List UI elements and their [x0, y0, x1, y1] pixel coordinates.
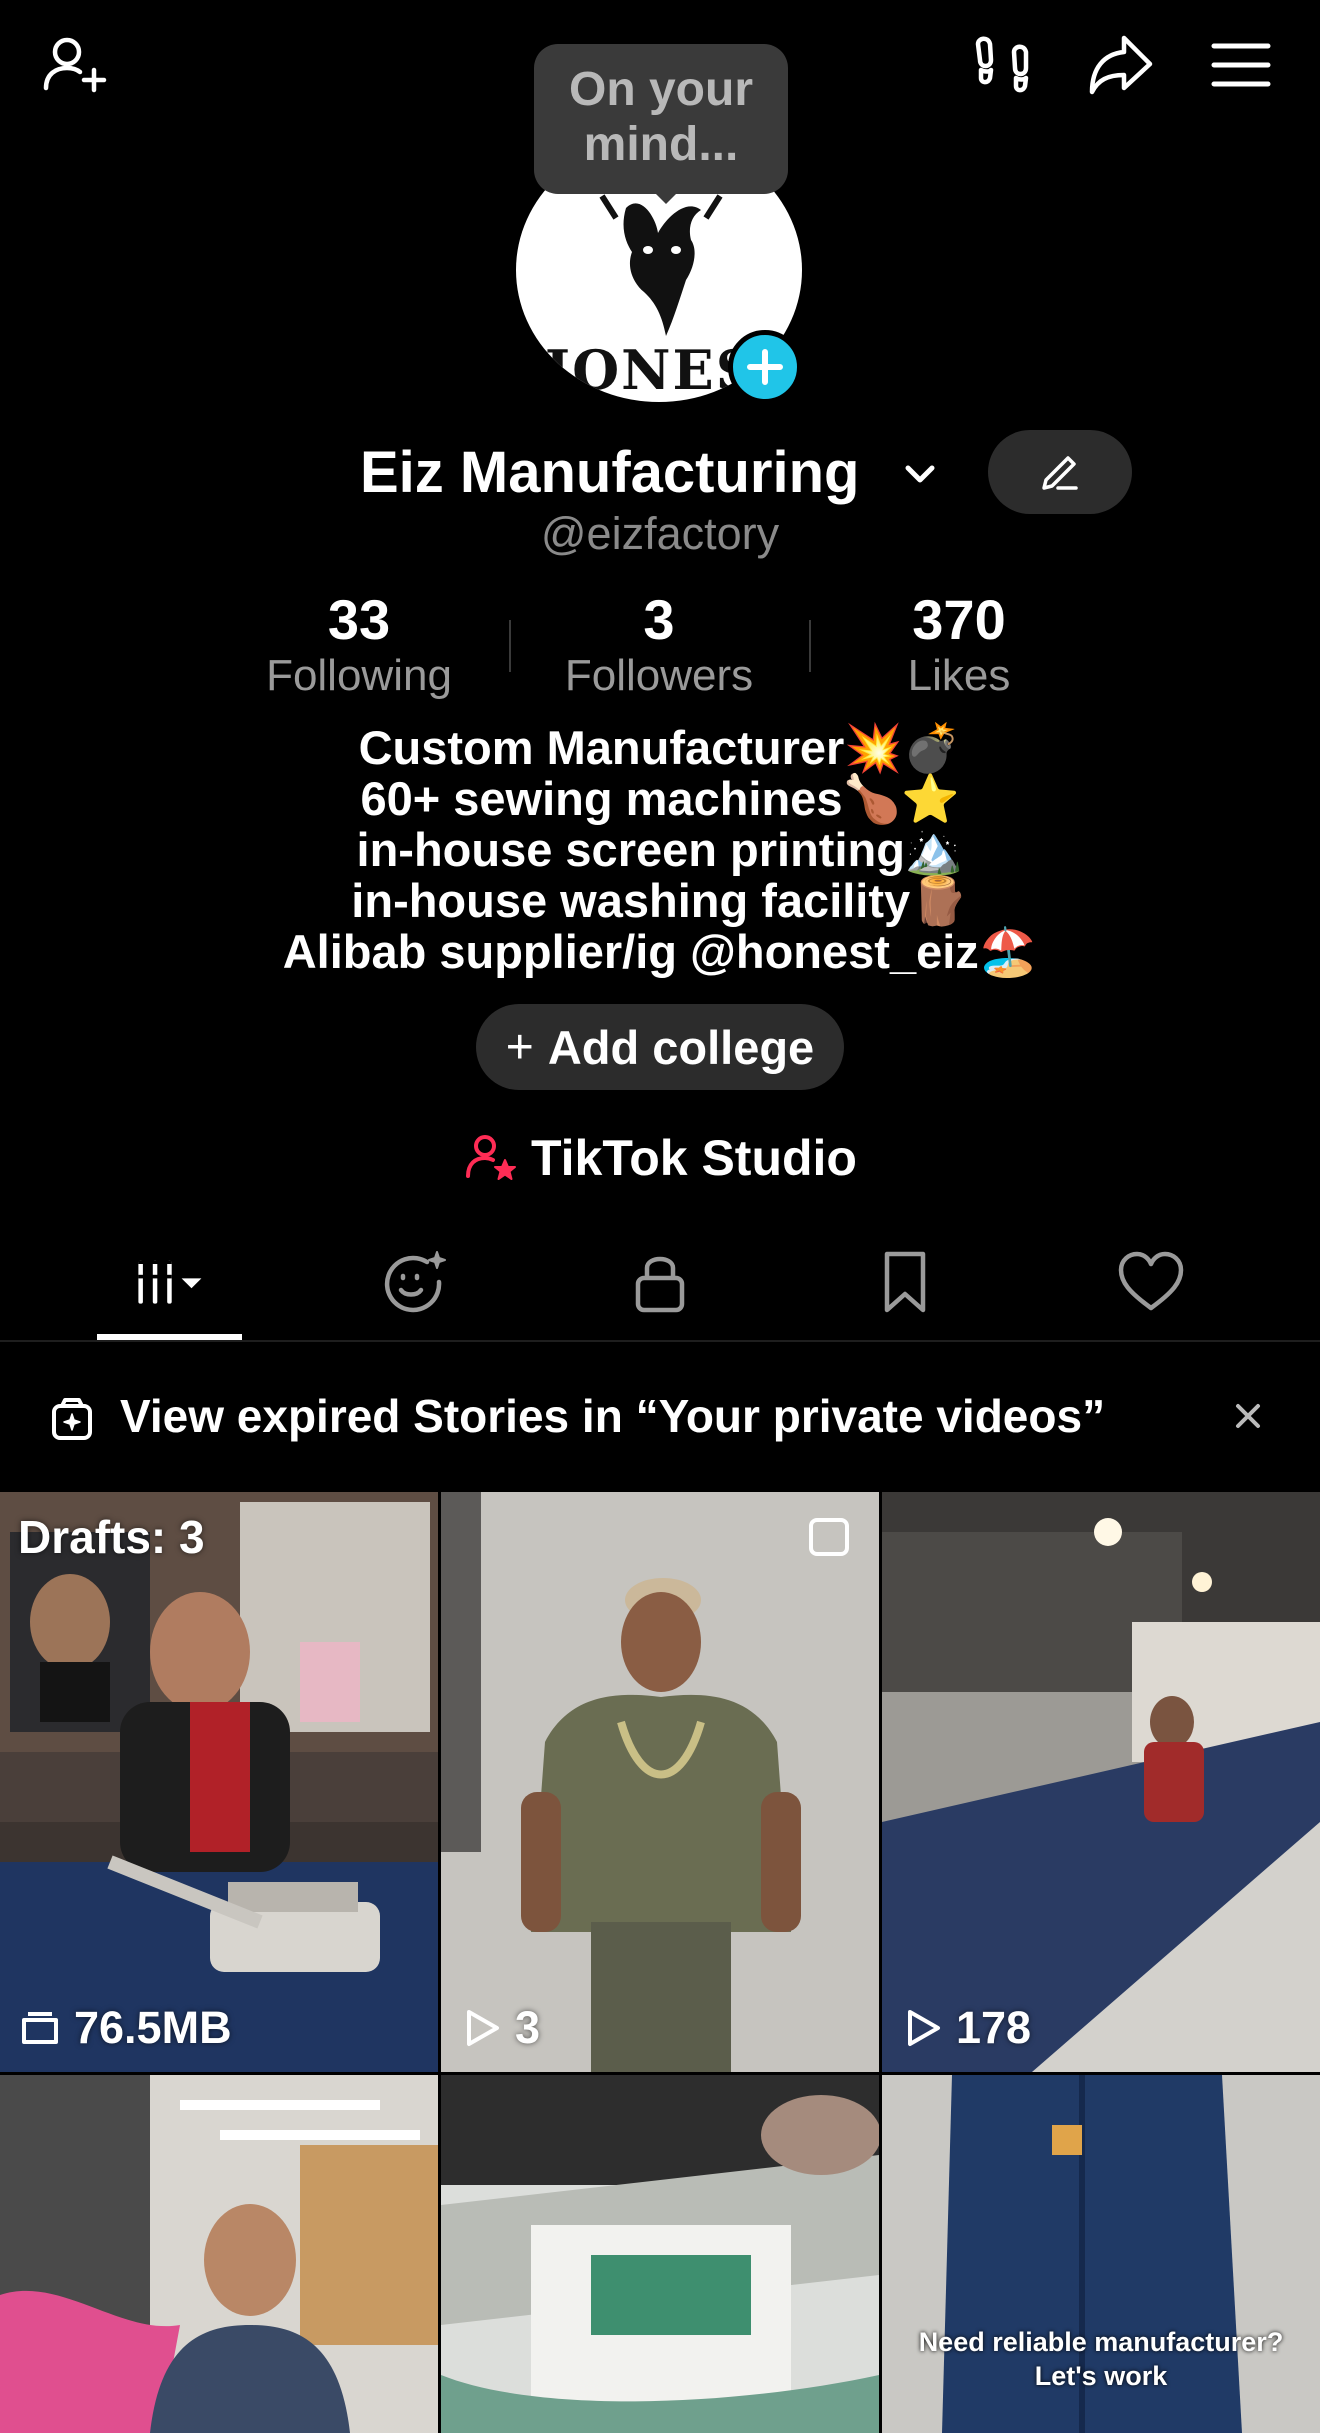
tiktok-studio-link[interactable]: TikTok Studio [0, 1126, 1320, 1190]
bubble-tail [652, 190, 680, 204]
add-college-button[interactable]: + Add college [476, 1004, 844, 1090]
pencil-icon [1042, 456, 1078, 490]
drafts-folder-icon [22, 2012, 58, 2044]
drafts-image [0, 1492, 438, 2072]
sparkle-face-icon [384, 1251, 446, 1313]
expired-stories-banner[interactable]: View expired Stories in “Your private vi… [0, 1342, 1320, 1490]
video-caption: Need reliable manufacturer? Let's work [882, 2325, 1320, 2393]
caption-line: Need reliable manufacturer? [918, 2327, 1284, 2357]
stat-likes[interactable]: 370 Likes [829, 590, 1089, 702]
video-thumbnail[interactable]: 3 [441, 1492, 879, 2072]
video-thumbnail[interactable]: 178 [882, 1492, 1320, 2072]
heart-icon [1118, 1251, 1184, 1311]
add-avatar-plus-icon[interactable] [728, 330, 802, 404]
bio-line: in-house washing facility🪵 [351, 874, 969, 927]
video-thumbnail[interactable]: Need reliable manufacturer? Let's work [882, 2075, 1320, 2433]
plus-icon: + [505, 1020, 534, 1074]
logo-goat-icon [599, 194, 723, 336]
close-icon[interactable] [1226, 1394, 1270, 1438]
footprints-icon[interactable] [966, 30, 1036, 100]
view-count-value: 178 [956, 2002, 1032, 2053]
bubble-line-2: mind... [583, 118, 739, 171]
drafts-size: 76.5MB [18, 2002, 232, 2054]
drafts-size-value: 76.5MB [74, 2002, 232, 2053]
profile-handle: @eizfactory [540, 508, 780, 559]
banner-text: View expired Stories in “Your private vi… [120, 1390, 1106, 1442]
stat-followers[interactable]: 3 Followers [529, 590, 789, 702]
add-college-label: Add college [547, 1020, 815, 1074]
bookmark-icon [884, 1251, 926, 1313]
edit-profile-button[interactable] [988, 430, 1132, 514]
menu-icon[interactable] [1206, 30, 1276, 100]
stat-label: Following [266, 651, 452, 700]
bubble-line-1: On your [568, 63, 753, 116]
caption-line: Let's work [1034, 2361, 1168, 2391]
private-tab[interactable] [585, 1242, 735, 1322]
video-image [0, 2075, 438, 2433]
video-thumbnail[interactable] [0, 2075, 438, 2433]
profile-name[interactable]: Eiz Manufacturing [360, 438, 859, 508]
stat-value: 33 [327, 588, 391, 651]
share-icon[interactable] [1086, 30, 1156, 100]
stat-following[interactable]: 33 Following [229, 590, 489, 702]
video-image [441, 1492, 879, 2072]
drafts-thumbnail[interactable]: Drafts: 3 76.5MB [0, 1492, 438, 2072]
videos-tab[interactable] [94, 1242, 244, 1322]
video-thumbnail[interactable] [441, 2075, 879, 2433]
grid-filter-icon [138, 1260, 202, 1304]
view-count-value: 3 [515, 2002, 541, 2053]
stat-divider [809, 620, 811, 672]
stat-value: 3 [643, 588, 675, 651]
stat-divider [509, 620, 511, 672]
tiktok-studio-label: TikTok Studio [531, 1130, 857, 1186]
saved-tab[interactable] [830, 1242, 980, 1322]
bio-line: 60+ sewing machines🍗⭐ [360, 772, 960, 825]
lock-icon [635, 1256, 685, 1313]
video-image [882, 1492, 1320, 2072]
stat-label: Likes [907, 651, 1011, 700]
reposts-tab[interactable] [340, 1242, 490, 1322]
bio-line: in-house screen printing🏔️ [356, 823, 964, 876]
bio-line: Custom Manufacturer💥💣 [358, 721, 962, 774]
play-icon [467, 2010, 499, 2046]
video-image [441, 2075, 879, 2433]
stat-value: 370 [912, 588, 1006, 651]
play-icon [908, 2010, 940, 2046]
bio-line: Alibab supplier/ig @honest_eiz🏖️ [282, 925, 1038, 978]
creator-star-icon [466, 1135, 517, 1180]
liked-tab[interactable] [1076, 1242, 1226, 1322]
story-sparkle-icon [52, 1398, 92, 1440]
view-count: 3 [459, 2002, 540, 2054]
drafts-count: Drafts: 3 [18, 1511, 205, 1563]
stat-label: Followers [564, 651, 754, 700]
on-your-mind-bubble[interactable]: On your mind... [534, 44, 788, 194]
add-friend-icon[interactable] [40, 30, 110, 100]
chevron-down-icon[interactable] [900, 454, 940, 494]
profile-bio: Custom Manufacturer💥💣 60+ sewing machine… [0, 722, 1320, 977]
view-count: 178 [900, 2002, 1031, 2054]
